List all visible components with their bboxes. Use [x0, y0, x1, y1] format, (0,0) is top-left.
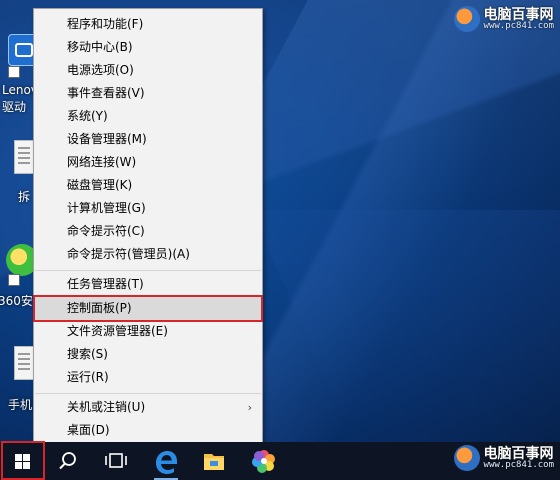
menu-item-search[interactable]: 搜索(S) [34, 343, 262, 366]
winx-context-menu: 程序和功能(F) 移动中心(B) 电源选项(O) 事件查看器(V) 系统(Y) … [33, 8, 263, 445]
menu-item-task-manager[interactable]: 任务管理器(T) [34, 273, 262, 296]
desktop-icon-label-360[interactable]: 360安 [0, 292, 33, 309]
chevron-right-icon: › [247, 401, 252, 414]
menu-item-power-options[interactable]: 电源选项(O) [34, 59, 262, 82]
file-explorer-button[interactable] [194, 442, 234, 480]
taskbar: 电脑百事网 www.pc841.com [0, 442, 560, 480]
menu-item-desktop[interactable]: 桌面(D) [34, 419, 262, 442]
watermark-bottom: 电脑百事网 www.pc841.com [453, 445, 554, 471]
menu-item-shutdown-label: 关机或注销(U) [67, 400, 146, 414]
menu-item-programs-features[interactable]: 程序和功能(F) [34, 13, 262, 36]
document-file-icon[interactable] [14, 346, 34, 380]
menu-item-run[interactable]: 运行(R) [34, 366, 262, 389]
search-icon [59, 452, 76, 470]
menu-item-system[interactable]: 系统(Y) [34, 105, 262, 128]
watermark-url: www.pc841.com [483, 459, 554, 470]
desktop: 电脑百事网 www.pc841.com Lenovo 驱动 拆 360安 手机 … [0, 0, 560, 480]
watermark-title: 电脑百事网 [483, 445, 554, 462]
menu-item-shutdown-signout[interactable]: 关机或注销(U) › [34, 396, 262, 419]
shortcut-arrow-icon [8, 66, 20, 78]
document-file-icon[interactable] [14, 140, 34, 174]
menu-item-command-prompt[interactable]: 命令提示符(C) [34, 220, 262, 243]
menu-item-event-viewer[interactable]: 事件查看器(V) [34, 82, 262, 105]
menu-separator [35, 270, 261, 271]
menu-item-disk-management[interactable]: 磁盘管理(K) [34, 174, 262, 197]
highlight-box-control-panel [33, 295, 263, 322]
color-app-icon [252, 450, 275, 473]
watermark-title: 电脑百事网 [483, 6, 554, 23]
task-view-icon [105, 453, 127, 468]
edge-browser-icon [156, 451, 177, 474]
task-view-button[interactable] [96, 442, 136, 480]
desktop-icon-label-2[interactable]: 拆 [18, 188, 30, 205]
desktop-icon-label-4[interactable]: 手机 [8, 396, 32, 413]
search-button[interactable] [48, 442, 88, 480]
shortcut-arrow-icon [8, 274, 20, 286]
menu-item-computer-management[interactable]: 计算机管理(G) [34, 197, 262, 220]
watermark-top: 电脑百事网 www.pc841.com [453, 6, 554, 32]
watermark-url: www.pc841.com [483, 20, 554, 31]
menu-item-command-prompt-admin[interactable]: 命令提示符(管理员)(A) [34, 243, 262, 266]
menu-separator [35, 393, 261, 394]
menu-item-device-manager[interactable]: 设备管理器(M) [34, 128, 262, 151]
file-explorer-icon [204, 454, 224, 470]
highlight-box-start-button [1, 441, 45, 480]
menu-item-file-explorer[interactable]: 文件资源管理器(E) [34, 320, 262, 343]
edge-browser-button[interactable] [146, 442, 186, 480]
watermark-logo-icon [453, 445, 480, 471]
menu-item-mobility-center[interactable]: 移动中心(B) [34, 36, 262, 59]
color-app-button[interactable] [244, 442, 284, 480]
watermark-logo-icon [453, 6, 480, 32]
menu-item-network-connections[interactable]: 网络连接(W) [34, 151, 262, 174]
